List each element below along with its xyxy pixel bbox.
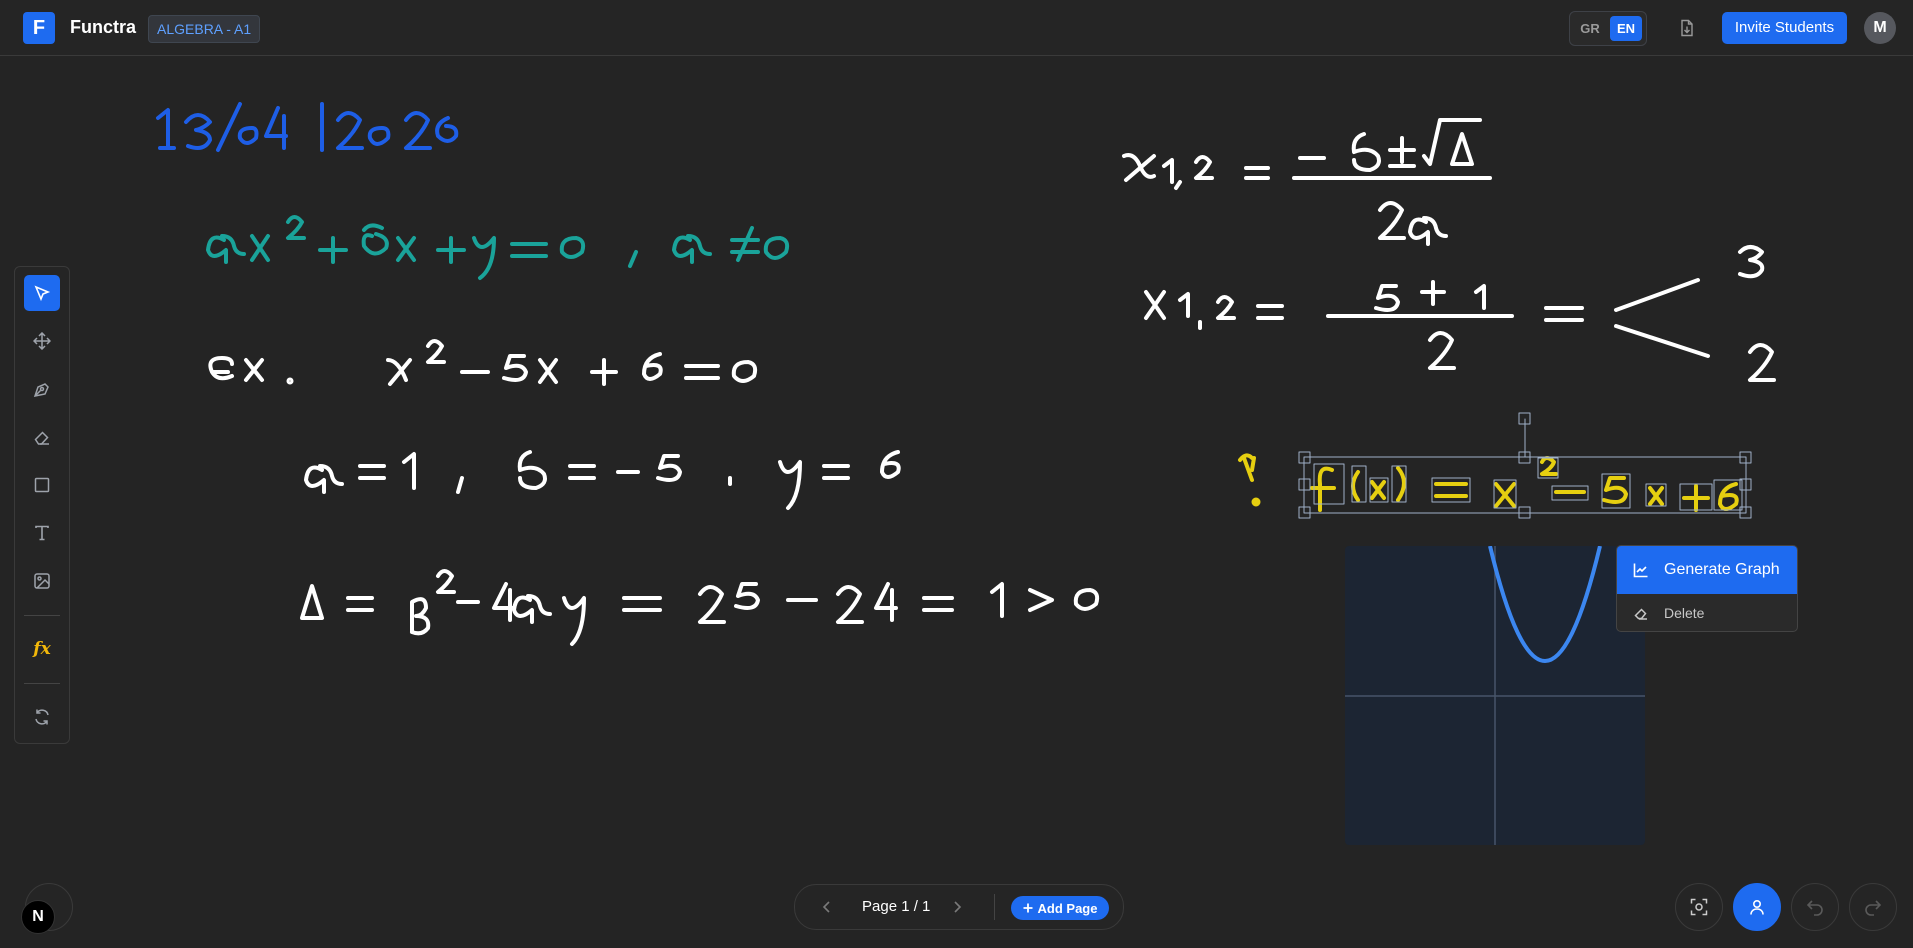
text-tool[interactable] (24, 515, 60, 551)
redo-icon (1865, 900, 1882, 916)
undo-icon (1806, 900, 1823, 916)
pen-tool[interactable] (24, 371, 60, 407)
avatar[interactable]: M (1864, 12, 1896, 44)
pager-divider (994, 894, 995, 920)
text-t-icon (35, 525, 49, 541)
add-page-button[interactable]: Add Page (1011, 896, 1109, 920)
delete-button[interactable]: Delete (1617, 594, 1797, 631)
handwritten-date (156, 102, 459, 152)
move-tool[interactable] (24, 323, 60, 359)
delete-label: Delete (1664, 604, 1705, 621)
cursor-arrow-icon (34, 285, 51, 302)
app-logo[interactable]: F (23, 12, 55, 44)
page-navigator: Page 1 / 1 Add Page (794, 884, 1124, 930)
handwritten-example (208, 339, 758, 386)
line-chart-icon (1632, 561, 1650, 579)
selection-box[interactable] (1298, 412, 1752, 519)
previous-page-button[interactable] (815, 895, 839, 919)
toolbar-divider (24, 615, 60, 616)
redo-button[interactable] (1849, 883, 1897, 931)
eraser-tool[interactable] (24, 419, 60, 455)
function-tool[interactable]: fx (24, 631, 60, 667)
handwritten-general-equation (206, 215, 790, 280)
language-toggle: GR EN (1569, 11, 1647, 46)
select-tool[interactable] (24, 275, 60, 311)
user-mode-button[interactable] (1733, 883, 1781, 931)
rectangle-tool[interactable] (24, 467, 60, 503)
chevron-left-icon (822, 901, 830, 913)
lang-gr-button[interactable]: GR (1574, 16, 1606, 41)
image-icon (34, 573, 50, 589)
handwritten-coefficients (304, 450, 901, 510)
next-page-button[interactable] (945, 895, 969, 919)
eraser-icon (1632, 604, 1650, 622)
image-tool[interactable] (24, 563, 60, 599)
add-page-label: Add Page (1037, 900, 1098, 916)
handwritten-discriminant (300, 569, 1100, 646)
refresh-icon (35, 709, 49, 725)
generate-graph-label: Generate Graph (1664, 561, 1780, 578)
refresh-tool[interactable] (24, 699, 60, 735)
graph-curve (1488, 546, 1602, 663)
eraser-icon (34, 431, 49, 445)
graph-preview[interactable] (1345, 546, 1645, 845)
app-name: Functra (70, 17, 137, 37)
class-badge[interactable]: ALGEBRA - A1 (148, 15, 261, 43)
user-icon (1750, 899, 1764, 915)
toolbar-divider (24, 683, 60, 684)
focus-capture-button[interactable] (1675, 883, 1723, 931)
handwritten-quadratic-formula (1122, 118, 1492, 246)
focus-capture-icon (1690, 898, 1708, 916)
file-download-icon (1681, 19, 1693, 37)
move-arrows-icon (33, 332, 51, 350)
handwritten-roots (1144, 245, 1776, 382)
invite-students-button[interactable]: Invite Students (1722, 12, 1847, 44)
lang-en-button[interactable]: EN (1610, 16, 1642, 41)
selection-context-menu: Generate Graph Delete (1616, 545, 1798, 632)
n-badge[interactable]: N (21, 900, 55, 934)
rectangle-icon (34, 477, 50, 493)
generate-graph-button[interactable]: Generate Graph (1617, 546, 1797, 594)
plus-icon (1023, 903, 1033, 913)
page-indicator: Page 1 / 1 (862, 898, 931, 915)
export-button[interactable] (1671, 12, 1703, 44)
tool-palette: fx (14, 266, 70, 744)
pen-nib-icon (33, 383, 49, 397)
parabola-graph (1345, 546, 1645, 845)
top-bar: F Functra ALGEBRA - A1 GR EN Invite Stud… (0, 0, 1913, 56)
chevron-right-icon (954, 901, 962, 913)
fx-icon: fx (33, 639, 51, 659)
undo-button[interactable] (1791, 883, 1839, 931)
